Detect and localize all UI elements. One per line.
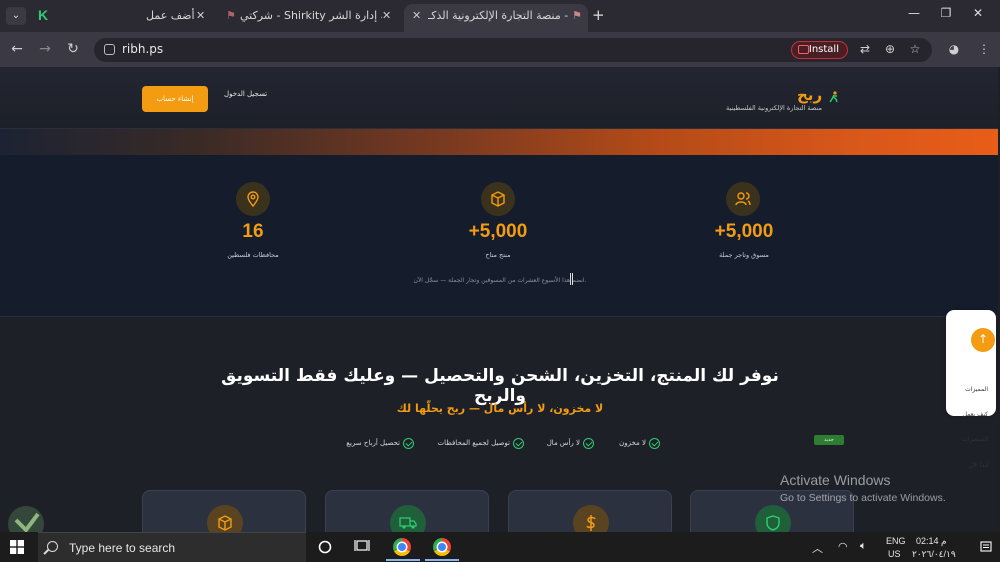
check-circle-icon bbox=[513, 438, 524, 449]
minimize-icon[interactable]: — bbox=[904, 6, 924, 20]
volume-icon[interactable]: 🔈︎ bbox=[860, 540, 867, 553]
stat-marketers-value: +5,000 bbox=[714, 221, 774, 242]
tab-title: أضف عمل bbox=[146, 9, 195, 22]
scroll-to-top-button[interactable]: ↑ bbox=[971, 328, 995, 352]
feature-no-inventory: لا مخزون bbox=[602, 438, 660, 450]
check-circle-icon bbox=[649, 438, 660, 449]
web-page: ربح منصة التجارة الإلكترونية الفلسطينية … bbox=[0, 67, 1000, 532]
search-icon bbox=[47, 541, 58, 552]
feature-card[interactable] bbox=[508, 490, 672, 532]
language-line1[interactable]: ENG bbox=[886, 536, 906, 546]
tab-title: شركتي - Shirkity منصة إدارة الشر bbox=[240, 9, 382, 22]
back-icon[interactable]: ← bbox=[8, 41, 26, 57]
search-placeholder: Type here to search bbox=[69, 541, 176, 555]
stat-marketers-label: مسوق وتاجر جملة bbox=[719, 251, 769, 259]
menu-kebab-icon[interactable]: ⋮ bbox=[976, 42, 992, 56]
sidenav-item-features[interactable]: المميزات bbox=[965, 386, 988, 393]
task-view-icon[interactable] bbox=[354, 539, 370, 553]
reload-icon[interactable]: ↻ bbox=[64, 41, 82, 57]
translate-icon[interactable]: ⇄ bbox=[857, 42, 873, 56]
hero-title: نوفر لك المنتج، التخزين، الشحن والتحصيل … bbox=[221, 366, 779, 406]
feature-label: توصيل لجميع المحافظات bbox=[437, 439, 511, 447]
bookmark-star-icon[interactable]: ☆ bbox=[907, 42, 923, 56]
tab-ribh[interactable]: ربح - منصة التجارة الإلكترونية الذكـ ⚑ ✕ bbox=[404, 4, 588, 32]
profile-avatar-icon[interactable]: ◕ bbox=[946, 42, 962, 56]
taskbar-search-box[interactable]: Type here to search bbox=[38, 532, 306, 562]
windows-start-icon[interactable] bbox=[10, 540, 24, 554]
shield-icon bbox=[755, 505, 791, 532]
sidenav-item-how[interactable]: كيف يعمل bbox=[963, 411, 988, 418]
sidenav-item-pricing[interactable]: التسعيرات bbox=[962, 436, 988, 443]
feature-card[interactable] bbox=[325, 490, 489, 532]
feature-delivery: توصيل لجميع المحافظات bbox=[420, 438, 524, 450]
close-icon[interactable]: ✕ bbox=[196, 4, 205, 28]
chrome-taskbar-icon[interactable] bbox=[393, 538, 411, 556]
notification-icon[interactable] bbox=[980, 541, 992, 553]
running-indicator bbox=[386, 559, 420, 561]
new-badge: جديد bbox=[814, 435, 844, 445]
flag-icon: ⚑ bbox=[226, 9, 236, 22]
stats-note: انضم هذا الأسبوع العشرات من المسوقين وتج… bbox=[413, 277, 587, 284]
runner-logo-icon bbox=[829, 91, 838, 103]
stat-products-value: +5,000 bbox=[468, 221, 528, 242]
stats-section: +5,000 مسوق وتاجر جملة +5,000 منتج متاح … bbox=[0, 155, 998, 317]
brand-tagline: منصة التجارة الإلكترونية الفلسطينية bbox=[726, 104, 822, 112]
feature-no-capital: لا رأس مال bbox=[530, 438, 594, 450]
feature-card[interactable] bbox=[142, 490, 306, 532]
check-circle-icon bbox=[403, 438, 414, 449]
feature-label: تحصيل أرباح سريع bbox=[346, 439, 400, 447]
clock-date[interactable]: ٢٠٢٦/٠٤/١٩ bbox=[912, 549, 956, 560]
language-line2[interactable]: US bbox=[888, 549, 901, 559]
signup-button[interactable]: إنشاء حساب bbox=[142, 86, 208, 112]
flag-icon: ⚑ bbox=[572, 9, 582, 22]
stat-products-label: منتج متاح bbox=[485, 251, 511, 259]
zoom-icon[interactable]: ⊕ bbox=[882, 42, 898, 56]
running-indicator bbox=[425, 559, 459, 561]
clock-time[interactable]: 02:14 م bbox=[916, 536, 947, 547]
close-icon[interactable]: ✕ bbox=[412, 4, 421, 28]
install-icon bbox=[798, 45, 809, 54]
dollar-icon bbox=[573, 505, 609, 532]
box-icon bbox=[481, 182, 515, 216]
close-window-icon[interactable]: ✕ bbox=[968, 6, 988, 20]
hero-subtitle: لا مخزون، لا رأس مال — ربح يحلّها لك bbox=[396, 402, 604, 415]
feature-label: لا مخزون bbox=[619, 439, 646, 447]
gradient-banner bbox=[0, 129, 998, 155]
forward-icon[interactable]: → bbox=[36, 41, 54, 57]
text-cursor-icon bbox=[570, 273, 573, 285]
site-header: ربح منصة التجارة الإلكترونية الفلسطينية … bbox=[0, 67, 998, 129]
install-label: Install bbox=[808, 44, 839, 55]
chrome-taskbar-icon-2[interactable] bbox=[433, 538, 451, 556]
location-pin-icon bbox=[236, 182, 270, 216]
k-logo-icon: K bbox=[38, 7, 49, 23]
tray-chevron-icon[interactable]: ︿ bbox=[812, 540, 823, 556]
cortana-icon[interactable] bbox=[318, 540, 332, 554]
tab-strip: ⌄ K أضف عمل ✕ ⚑ شركتي - Shirkity منصة إد… bbox=[0, 0, 1000, 32]
install-app-button[interactable]: Install bbox=[791, 41, 848, 59]
stat-governorates-value: 16 bbox=[242, 221, 264, 242]
activate-windows-title: Activate Windows bbox=[780, 472, 891, 488]
restore-icon[interactable]: ❐ bbox=[936, 6, 956, 20]
box-icon bbox=[207, 505, 243, 532]
check-circle-icon bbox=[583, 438, 594, 449]
activate-windows-subtitle: Go to Settings to activate Windows. bbox=[780, 492, 946, 504]
tab-search-dropdown[interactable]: ⌄ bbox=[6, 7, 26, 25]
sidenav-item-start[interactable]: ابدأ الآن bbox=[968, 462, 988, 469]
users-icon bbox=[726, 182, 760, 216]
close-icon[interactable]: ✕ bbox=[382, 4, 391, 28]
tab-title: ربح - منصة التجارة الإلكترونية الذكـ bbox=[428, 9, 572, 22]
login-link[interactable]: تسجيل الدخول bbox=[224, 90, 267, 98]
feature-label: لا رأس مال bbox=[546, 439, 580, 447]
tab-add-business[interactable]: أضف عمل ✕ bbox=[132, 4, 212, 32]
site-info-icon[interactable] bbox=[104, 44, 115, 55]
network-icon[interactable]: ◠ bbox=[838, 540, 848, 553]
feature-fast-payout: تحصيل أرباح سريع bbox=[330, 438, 414, 450]
stat-governorates-label: محافظات فلسطين bbox=[227, 251, 279, 259]
truck-icon bbox=[390, 505, 426, 532]
tab-shirkity[interactable]: ⚑ شركتي - Shirkity منصة إدارة الشر ✕ bbox=[220, 4, 398, 32]
url-text: ribh.ps bbox=[122, 42, 164, 56]
section-side-nav: المميزات كيف يعمل التسعيرات ابدأ الآن bbox=[946, 310, 996, 469]
new-tab-button[interactable]: + bbox=[592, 6, 605, 24]
brand-logo[interactable]: ربح bbox=[797, 86, 822, 104]
